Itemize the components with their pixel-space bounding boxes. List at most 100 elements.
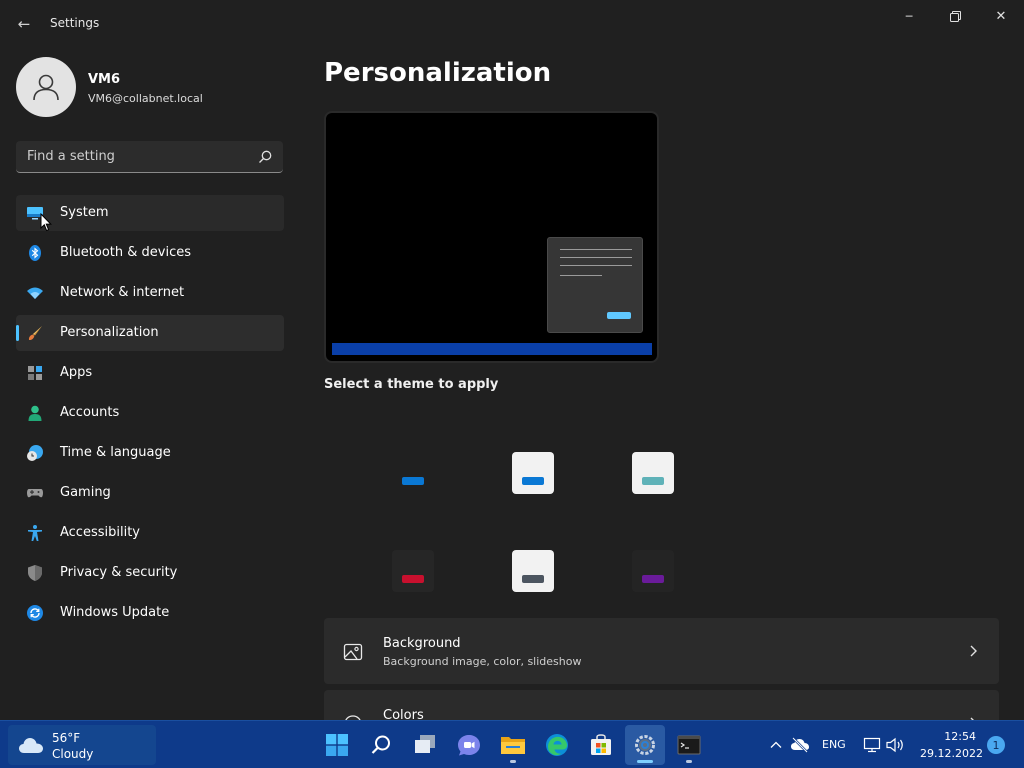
store-button[interactable] [581,725,621,765]
search-icon [371,735,390,754]
user-name: VM6 [88,72,121,87]
clock-date[interactable]: 29.12.2022 [920,747,983,760]
update-icon [27,605,43,621]
sidebar-item-apps[interactable]: Apps [16,355,284,391]
theme-tile-light-blue[interactable] [512,452,554,494]
theme-accent-bar [522,575,544,583]
restore-icon [949,10,961,22]
sidebar-item-label: Bluetooth & devices [60,245,191,260]
settings-icon [635,735,655,755]
theme-tile-light-gray[interactable] [512,550,554,592]
sidebar-item-label: Privacy & security [60,565,178,580]
brush-icon [28,326,42,341]
bluetooth-icon [29,245,41,261]
onedrive-tray-button[interactable] [790,735,810,755]
sidebar-item-label: System [60,205,109,220]
theme-accent-bar [522,477,544,485]
back-arrow-icon: ← [17,15,31,33]
sidebar-item-network[interactable]: Network & internet [16,275,284,311]
taskbar-search-button[interactable] [361,725,401,765]
network-tray-button[interactable] [862,735,882,755]
sidebar-item-label: Personalization [60,325,159,340]
start-icon [326,734,348,756]
show-hidden-icons-button[interactable] [766,735,786,755]
theme-accent-bar [402,575,424,583]
theme-tile-light-teal[interactable] [632,452,674,494]
theme-heading: Select a theme to apply [324,377,499,392]
theme-tile-dark-blue[interactable] [392,452,434,494]
settings-taskbar-button[interactable] [625,725,665,765]
gamepad-icon [27,489,43,498]
sidebar-item-label: Windows Update [60,605,170,620]
weather-temperature: 56°F [52,731,81,745]
theme-tile-dark-purple[interactable] [632,550,674,592]
sidebar-item-accessibility[interactable]: Accessibility [16,515,284,551]
task-view-button[interactable] [405,725,445,765]
clock-globe-icon [27,445,43,461]
preview-window [547,237,643,333]
taskbar: 56°F Cloudy ENG 12:54 29.12.2022 1 [0,720,1024,768]
preview-taskbar [332,343,652,355]
sidebar-item-privacy-security[interactable]: Privacy & security [16,555,284,591]
card-title: Background [383,636,461,651]
chevron-right-icon [970,645,977,657]
sidebar-item-bluetooth[interactable]: Bluetooth & devices [16,235,284,271]
close-icon: ✕ [995,8,1007,24]
network-icon [863,737,881,753]
notification-badge[interactable]: 1 [987,736,1005,754]
language-indicator[interactable]: ENG [822,738,846,751]
volume-tray-button[interactable] [886,735,906,755]
avatar[interactable] [16,57,76,117]
theme-accent-bar [642,575,664,583]
close-button[interactable]: ✕ [978,0,1024,32]
theme-accent-bar [402,477,424,485]
background-setting-card[interactable]: Background Background image, color, slid… [324,618,999,684]
file-explorer-button[interactable] [493,725,533,765]
preview-line [560,257,632,258]
start-button[interactable] [317,725,357,765]
running-indicator [510,760,516,763]
terminal-icon [677,735,701,755]
theme-preview [324,111,659,363]
sidebar-item-time-language[interactable]: Time & language [16,435,284,471]
apps-icon [28,366,42,380]
weather-description: Cloudy [52,747,94,761]
sidebar-item-windows-update[interactable]: Windows Update [16,595,284,631]
clock-time[interactable]: 12:54 [944,730,976,743]
accessibility-icon [28,525,42,541]
wifi-icon [27,287,43,299]
active-indicator [637,760,653,763]
sidebar-item-label: Gaming [60,485,111,500]
cloud-icon [19,738,43,753]
sidebar-item-system[interactable]: System [16,195,284,231]
task-view-icon [415,735,435,753]
sidebar-item-personalization[interactable]: Personalization [16,315,284,351]
sidebar-nav: System Bluetooth & devices Network & int… [16,195,284,635]
sidebar-item-label: Accounts [60,405,120,420]
chat-button[interactable] [449,725,489,765]
store-icon [591,734,611,755]
sidebar-item-label: Time & language [60,445,171,460]
search-input[interactable] [16,141,251,172]
weather-widget[interactable]: 56°F Cloudy [8,725,156,765]
file-explorer-icon [501,737,525,754]
preview-line [560,265,632,266]
terminal-button[interactable] [669,725,709,765]
theme-tile-dark-red[interactable] [392,550,434,592]
cloud-offline-icon [791,737,809,753]
minimize-button[interactable]: ─ [886,0,932,32]
image-icon [343,643,363,661]
user-icon [33,74,59,101]
preview-line [560,249,632,250]
preview-line [560,275,602,276]
sidebar-item-gaming[interactable]: Gaming [16,475,284,511]
maximize-button[interactable] [932,0,978,32]
sidebar-item-accounts[interactable]: Accounts [16,395,284,431]
search-box [16,141,283,173]
sidebar-item-label: Apps [60,365,93,380]
search-icon[interactable] [257,149,273,165]
edge-button[interactable] [537,725,577,765]
back-button[interactable]: ← [10,10,38,38]
sidebar-item-label: Network & internet [60,285,185,300]
title-bar: ← Settings ─ ✕ [0,0,1024,48]
